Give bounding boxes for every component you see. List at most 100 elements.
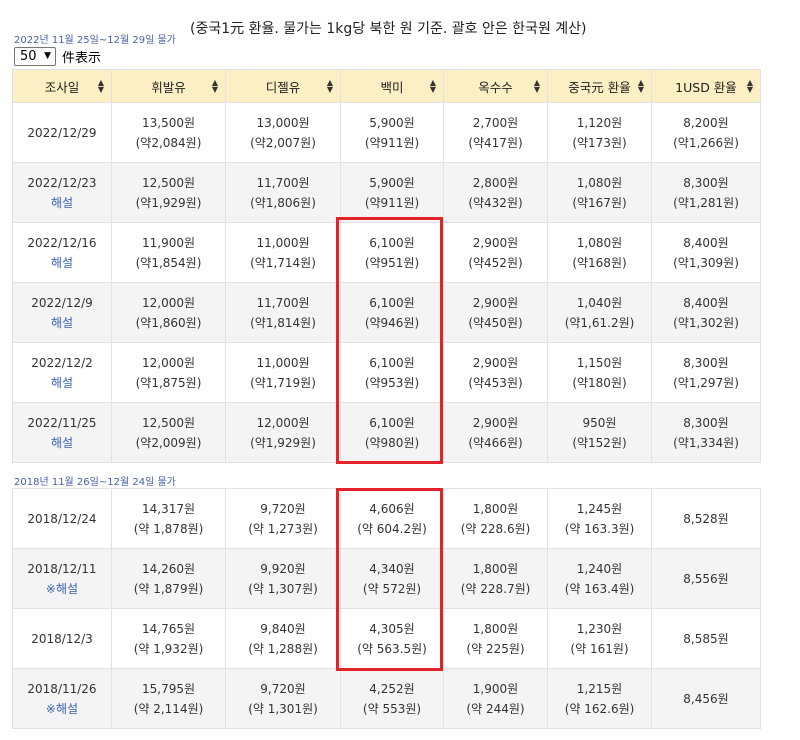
column-header-label: 중국元 환율 — [568, 79, 631, 95]
price-value: 11,700원 — [256, 295, 310, 310]
commentary-link[interactable]: 해설 — [13, 253, 111, 273]
price-krw-value: (약951원) — [364, 255, 420, 270]
price-cell: 2,900원 (약452원) — [443, 222, 548, 283]
price-krw-value: (약911원) — [364, 135, 420, 150]
price-cell: 1,150원 (약180원) — [547, 342, 652, 403]
price-cell: 8,300원 (약1,297원) — [651, 342, 761, 403]
commentary-link[interactable]: ※해설 — [13, 579, 111, 599]
price-cell: 11,700원 (약1,806원) — [225, 162, 341, 223]
price-value: 12,000원 — [141, 295, 196, 310]
price-value: 950원 — [582, 415, 617, 430]
price-krw-value: (약180원) — [572, 375, 627, 390]
price-krw-value: (약 1,288원) — [248, 641, 318, 656]
price-cell: 2,900원 (약450원) — [443, 282, 548, 343]
price-cell: 2,900원 (약466원) — [443, 402, 548, 463]
commentary-link[interactable]: 해설 — [13, 313, 111, 333]
price-value: 12,000원 — [256, 415, 310, 430]
price-cell: 5,900원 (약911원) — [340, 102, 444, 163]
price-cell: 13,000원 (약2,007원) — [225, 102, 341, 163]
column-header-3[interactable]: 백미 ▲ ▼ — [340, 69, 444, 103]
date-text: 2022/12/9 — [31, 295, 93, 310]
commentary-link[interactable]: 해설 — [13, 433, 111, 453]
price-cell: 8,300원 (약1,334원) — [651, 402, 761, 463]
date-text: 2022/12/16 — [27, 235, 97, 250]
date-text: 2022/12/23 — [27, 175, 97, 190]
column-header-6[interactable]: 1USD 환율 ▲ ▼ — [651, 69, 761, 103]
date-cell: 2018/12/11 ※해설 — [12, 548, 112, 609]
price-krw-value: (약152원) — [572, 435, 627, 450]
price-krw-value: (약432원) — [468, 195, 523, 210]
price-krw-value: (약 228.7원) — [460, 581, 531, 596]
price-krw-value: (약1,61.2원) — [564, 315, 635, 330]
price-value: 11,000원 — [256, 355, 310, 370]
price-cell: 11,900원 (약1,854원) — [111, 222, 226, 283]
price-krw-value: (약2,007원) — [250, 135, 316, 150]
price-value: 2,900원 — [472, 235, 519, 250]
date-cell: 2022/12/16 해설 — [12, 222, 112, 283]
price-value: 11,900원 — [141, 235, 196, 250]
price-krw-value: (약2,009원) — [135, 435, 202, 450]
column-header-label: 옥수수 — [478, 79, 513, 95]
commentary-link[interactable]: ※해설 — [13, 699, 111, 719]
page-length-control: 50 ▼ 件表示 — [14, 46, 101, 66]
column-header-2[interactable]: 디젤유 ▲ ▼ — [225, 69, 341, 103]
price-krw-value: (약1,875원) — [135, 375, 202, 390]
price-table-2018: 2018/12/24 14,317원 (약 1,878원) 9,720원 (약 1,27… — [12, 488, 761, 729]
price-value: 1,080원 — [576, 175, 623, 190]
price-value: 13,500원 — [141, 115, 196, 130]
price-cell: 6,100원 (약980원) — [340, 402, 444, 463]
page-length-value: 50 — [20, 48, 37, 64]
price-cell: 1,800원 (약 228.7원) — [443, 548, 548, 609]
commentary-link[interactable]: 해설 — [13, 373, 111, 393]
price-krw-value: (약1,297원) — [673, 375, 739, 390]
column-header-4[interactable]: 옥수수 ▲ ▼ — [443, 69, 548, 103]
price-cell: 6,100원 (약946원) — [340, 282, 444, 343]
column-header-label: 백미 — [380, 79, 404, 95]
price-value: 11,700원 — [256, 175, 310, 190]
price-value: 2,800원 — [472, 175, 519, 190]
price-cell: 1,080원 (약167원) — [547, 162, 652, 223]
price-cell: 5,900원 (약911원) — [340, 162, 444, 223]
commentary-link[interactable]: 해설 — [13, 193, 111, 213]
price-cell: 12,000원 (약1,929원) — [225, 402, 341, 463]
price-value: 9,920원 — [260, 561, 306, 576]
table-caption-2022: 2022년 11월 25일~12월 29일 물가 — [14, 35, 176, 46]
price-value: 12,000원 — [141, 355, 196, 370]
price-cell: 4,305원 (약 563.5원) — [340, 608, 444, 669]
column-header-0[interactable]: 조사일 ▲ ▼ — [12, 69, 112, 103]
page-length-label: 件表示 — [62, 50, 102, 66]
price-cell: 11,000원 (약1,719원) — [225, 342, 341, 403]
price-value: 5,900원 — [369, 115, 415, 130]
date-cell: 2018/12/24 — [12, 488, 112, 549]
price-value: 9,720원 — [260, 501, 306, 516]
price-cell: 1,120원 (약173원) — [547, 102, 652, 163]
column-header-label: 조사일 — [44, 79, 80, 95]
price-cell: 12,000원 (약1,860원) — [111, 282, 226, 343]
price-value: 8,200원 — [683, 115, 729, 130]
sort-icon: ▲ ▼ — [326, 78, 333, 94]
price-value: 14,260원 — [141, 561, 196, 576]
column-header-5[interactable]: 중국元 환율 ▲ ▼ — [547, 69, 652, 103]
price-value: 1,150원 — [576, 355, 623, 370]
price-krw-value: (약1,806원) — [250, 195, 316, 210]
price-krw-value: (약946원) — [364, 315, 420, 330]
price-cell: 1,240원 (약 163.4원) — [547, 548, 652, 609]
price-cell: 1,800원 (약 225원) — [443, 608, 548, 669]
price-krw-value: (약168원) — [572, 255, 627, 270]
price-cell: 1,800원 (약 228.6원) — [443, 488, 548, 549]
price-value: 1,245원 — [576, 501, 623, 516]
price-value: 8,456원 — [683, 691, 729, 706]
page-length-select[interactable]: 50 ▼ — [14, 46, 56, 66]
price-krw-value: (약 563.5원) — [357, 641, 427, 656]
price-krw-value: (약1,334원) — [673, 435, 739, 450]
column-header-1[interactable]: 휘발유 ▲ ▼ — [111, 69, 226, 103]
price-value: 8,585원 — [683, 631, 729, 646]
price-value: 13,000원 — [256, 115, 310, 130]
price-krw-value: (약 2,114원) — [133, 701, 204, 716]
table-row: 2022/12/23 해설 12,500원 (약1,929원) 11,700원 (약1,8… — [12, 162, 761, 223]
price-value: 1,230원 — [576, 621, 623, 636]
date-text: 2022/12/29 — [27, 125, 97, 140]
price-cell: 1,245원 (약 163.3원) — [547, 488, 652, 549]
price-cell: 1,230원 (약 161원) — [547, 608, 652, 669]
price-cell: 9,840원 (약 1,288원) — [225, 608, 341, 669]
